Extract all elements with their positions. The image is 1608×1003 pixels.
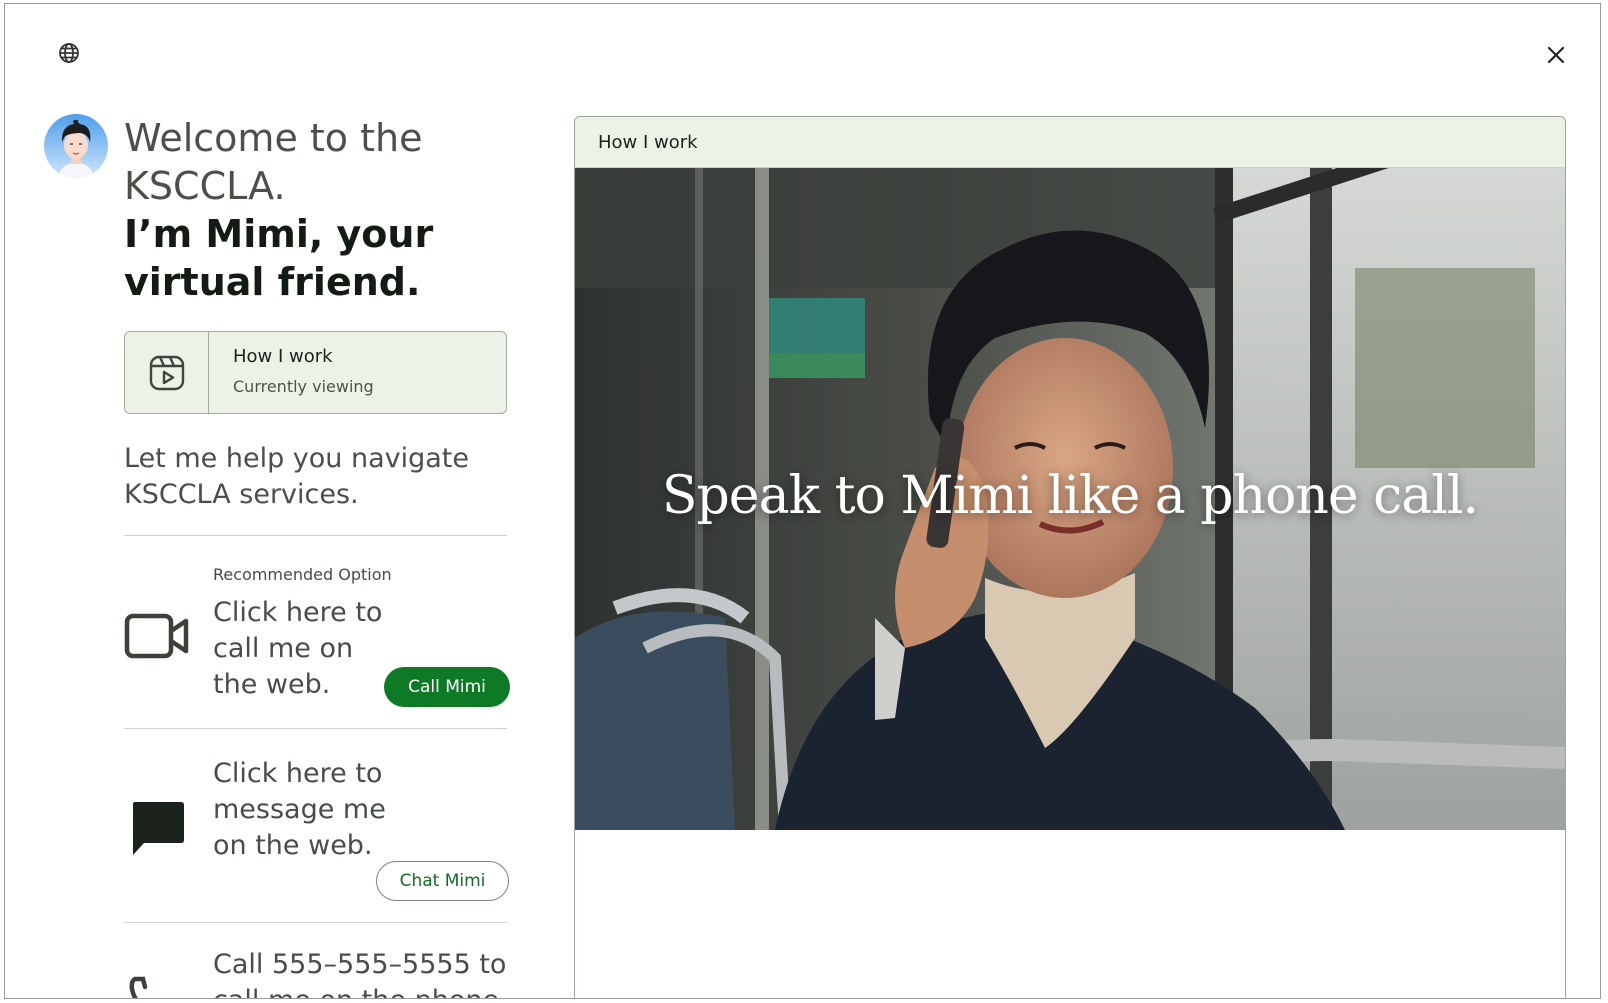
divider	[124, 728, 507, 729]
phone-icon	[129, 975, 163, 998]
video-camera-icon	[124, 613, 190, 663]
chat-mimi-button[interactable]: Chat Mimi	[376, 861, 509, 901]
phone-text: Call 555–555–5555 to call me on the phon…	[213, 949, 508, 998]
close-icon[interactable]	[1545, 44, 1567, 66]
divider	[124, 535, 507, 536]
call-mimi-button[interactable]: Call Mimi	[384, 667, 510, 707]
card-subtitle: Currently viewing	[233, 377, 374, 396]
panel-title: How I work	[575, 117, 1565, 168]
chat-bubble-icon	[130, 800, 186, 860]
help-text: Let me help you navigate KSCCLA services…	[124, 443, 470, 510]
how-i-work-panel: How I work Speak to Mimi like a phone ca…	[574, 116, 1566, 998]
video-reel-icon	[125, 332, 209, 413]
divider	[124, 922, 507, 923]
avatar	[44, 114, 108, 178]
video-player[interactable]: Speak to Mimi like a phone call.	[575, 168, 1565, 830]
web-call-text: Click here to call me on the web.	[213, 597, 383, 700]
video-caption: Speak to Mimi like a phone call.	[661, 466, 1479, 526]
card-title: How I work	[233, 346, 333, 367]
recommended-label: Recommended Option	[213, 565, 392, 584]
welcome-line: Welcome to the KSCCLA.	[124, 116, 423, 208]
globe-icon[interactable]	[57, 41, 81, 65]
intro-line: I’m Mimi, your virtual friend.	[124, 212, 434, 304]
chat-text: Click here to message me on the web.	[213, 758, 386, 861]
welcome-heading: Welcome to the KSCCLA. I’m Mimi, your vi…	[124, 114, 454, 306]
how-i-work-card[interactable]: How I work Currently viewing	[124, 331, 507, 414]
dialog-window: Welcome to the KSCCLA. I’m Mimi, your vi…	[4, 3, 1601, 999]
